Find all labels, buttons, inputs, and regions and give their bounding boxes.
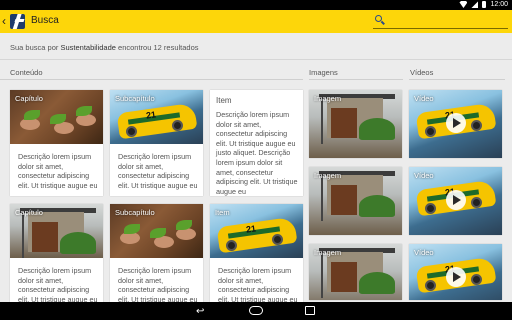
summary-prefix: Sua busca por <box>10 43 59 52</box>
card-description: Descrição lorem ipsum dolor sit amet, co… <box>218 266 298 304</box>
card-label: Capítulo <box>15 94 43 103</box>
card-thumbnail: Capítulo <box>10 204 103 258</box>
search-term: Sustentabilidade <box>60 43 116 52</box>
logo-icon[interactable] <box>10 14 25 29</box>
section-images-header: Imagens <box>309 68 338 77</box>
card-label: Vídeo <box>414 248 434 257</box>
content-card[interactable]: Subcapítulo Descrição lorem ipsum dolor … <box>110 204 203 314</box>
section-content-header: Conteúdo <box>10 68 43 77</box>
section-images-rule <box>309 79 403 80</box>
content-card[interactable]: Capítulo Descrição lorem ipsum dolor sit… <box>10 204 103 314</box>
card-description: Descrição lorem ipsum dolor sit amet, co… <box>118 152 198 190</box>
video-card[interactable]: 21 Vídeo <box>409 90 502 158</box>
content-card[interactable]: 21 Subcapítulo Descrição lorem ipsum dol… <box>110 90 203 196</box>
card-thumbnail: 21 Item <box>210 204 303 258</box>
video-card[interactable]: 21 Vídeo <box>409 244 502 300</box>
card-label: Vídeo <box>414 171 434 180</box>
nav-recent-icon[interactable] <box>305 306 315 315</box>
card-label: Subcapítulo <box>115 94 155 103</box>
video-thumbnail: 21 Vídeo <box>409 167 502 235</box>
search-icon[interactable] <box>375 15 385 25</box>
image-thumbnail: Imagem <box>309 244 402 300</box>
battery-icon <box>482 1 487 8</box>
card-description: Descrição lorem ipsum dolor sit amet, co… <box>18 266 98 304</box>
card-thumbnail: Subcapítulo <box>110 204 203 258</box>
card-label: Imagem <box>314 171 342 180</box>
card-thumbnail: Capítulo <box>10 90 103 144</box>
content-card[interactable]: 21 Item Descrição lorem ipsum dolor sit … <box>210 204 303 314</box>
card-label: Item <box>216 96 232 105</box>
image-card[interactable]: Imagem <box>309 244 402 300</box>
card-label: Imagem <box>314 94 342 103</box>
card-description: Descrição lorem ipsum dolor sit amet, co… <box>216 110 298 196</box>
play-icon[interactable] <box>446 267 466 287</box>
status-time: 12:00 <box>490 1 508 8</box>
nav-home-icon[interactable] <box>249 306 263 315</box>
page-title: Busca <box>31 15 59 26</box>
card-label: Item <box>215 208 230 217</box>
card-label: Capítulo <box>15 208 43 217</box>
image-card[interactable]: Imagem <box>309 90 402 158</box>
video-thumbnail: 21 Vídeo <box>409 244 502 300</box>
card-description: Descrição lorem ipsum dolor sit amet, co… <box>18 152 98 190</box>
search-box[interactable] <box>373 14 508 29</box>
summary-suffix: encontrou 12 resultados <box>118 43 199 52</box>
card-label: Imagem <box>314 248 342 257</box>
search-input[interactable] <box>387 14 505 28</box>
signal-icon <box>471 1 479 8</box>
wifi-icon <box>459 1 468 8</box>
card-label: Vídeo <box>414 94 434 103</box>
card-description: Descrição lorem ipsum dolor sit amet, co… <box>118 266 198 304</box>
nav-back-icon[interactable]: ↩ <box>196 306 204 317</box>
image-card[interactable]: Imagem <box>309 167 402 235</box>
play-icon[interactable] <box>446 113 466 133</box>
section-videos-rule <box>409 79 505 80</box>
play-icon[interactable] <box>446 190 466 210</box>
video-card[interactable]: 21 Vídeo <box>409 167 502 235</box>
video-thumbnail: 21 Vídeo <box>409 90 502 158</box>
result-summary: Sua busca por Sustentabilidade encontrou… <box>10 43 199 52</box>
card-label: Subcapítulo <box>115 208 155 217</box>
back-icon[interactable]: ‹ <box>2 14 6 28</box>
section-videos-header: Vídeos <box>410 68 434 77</box>
image-thumbnail: Imagem <box>309 167 402 235</box>
section-content-rule <box>0 79 303 80</box>
content-card[interactable]: Capítulo Descrição lorem ipsum dolor sit… <box>10 90 103 196</box>
image-thumbnail: Imagem <box>309 90 402 158</box>
content-card-text[interactable]: Item Descrição lorem ipsum dolor sit ame… <box>210 90 303 196</box>
system-nav-bar: ↩ <box>0 302 512 320</box>
divider <box>0 59 512 60</box>
status-bar: 12:00 <box>0 0 512 10</box>
card-thumbnail: 21 Subcapítulo <box>110 90 203 144</box>
app-bar: ‹ Busca <box>0 10 512 33</box>
